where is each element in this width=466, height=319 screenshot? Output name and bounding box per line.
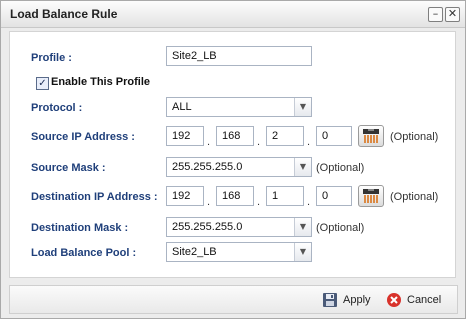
dest-mask-value: 255.255.255.0 [172,221,243,233]
dest-ip-octet-3[interactable] [266,186,304,206]
pool-select[interactable]: Site2_LB ▼ [166,242,312,262]
dialog-footer: Apply Cancel [9,285,458,314]
profile-label: Profile : [31,52,72,64]
minimize-icon[interactable]: – [428,7,443,22]
protocol-value: ALL [172,101,192,113]
chevron-down-icon: ▼ [294,158,311,176]
source-mask-optional: (Optional) [316,162,365,174]
pool-label: Load Balance Pool : [31,247,137,259]
source-mask-value: 255.255.255.0 [172,161,243,173]
cancel-button[interactable]: Cancel [386,290,441,310]
source-ip-optional: (Optional) [390,131,439,143]
dest-ip-octet-2[interactable] [216,186,254,206]
cancel-icon [387,293,401,307]
source-mask-select[interactable]: 255.255.255.0 ▼ [166,157,312,177]
source-ip-octet-4[interactable] [316,126,352,146]
chevron-down-icon: ▼ [294,218,311,236]
source-ip-octet-1[interactable] [166,126,204,146]
apply-label: Apply [343,294,371,306]
ip-dot: . [307,196,311,208]
chevron-down-icon: ▼ [294,98,311,116]
protocol-select[interactable]: ALL ▼ [166,97,312,117]
pool-value: Site2_LB [172,246,217,258]
ip-dot: . [207,136,211,148]
dest-mask-optional: (Optional) [316,222,365,234]
ip-picker-button[interactable] [358,185,384,207]
enable-checkbox[interactable]: ✓ [36,77,49,90]
dest-ip-octet-1[interactable] [166,186,204,206]
source-mask-label: Source Mask : [31,162,106,174]
protocol-label: Protocol : [31,102,83,114]
form-panel: Profile : ✓ Enable This Profile Protocol… [9,31,456,278]
enable-label: Enable This Profile [51,76,151,88]
dest-ip-octet-4[interactable] [316,186,352,206]
dest-ip-optional: (Optional) [390,191,439,203]
apply-button[interactable]: Apply [322,290,371,310]
ip-dot: . [257,196,261,208]
cancel-label: Cancel [407,294,442,306]
profile-input[interactable] [166,46,312,66]
ip-picker-button[interactable] [358,125,384,147]
ip-dot: . [207,196,211,208]
load-balance-dialog: Load Balance Rule – ✕ Profile : ✓ Enable… [0,0,466,319]
chevron-down-icon: ▼ [294,243,311,261]
source-ip-octet-2[interactable] [216,126,254,146]
close-icon[interactable]: ✕ [445,7,460,22]
host-picker-icon [363,189,379,203]
title-bar[interactable]: Load Balance Rule – ✕ [1,1,465,28]
dest-mask-label: Destination Mask : [31,222,129,234]
save-icon [323,293,337,307]
dest-ip-label: Destination IP Address : [31,191,158,203]
ip-dot: . [257,136,261,148]
dest-mask-select[interactable]: 255.255.255.0 ▼ [166,217,312,237]
host-picker-icon [363,129,379,143]
source-ip-label: Source IP Address : [31,131,135,143]
dialog-title: Load Balance Rule [10,7,118,21]
source-ip-octet-3[interactable] [266,126,304,146]
ip-dot: . [307,136,311,148]
